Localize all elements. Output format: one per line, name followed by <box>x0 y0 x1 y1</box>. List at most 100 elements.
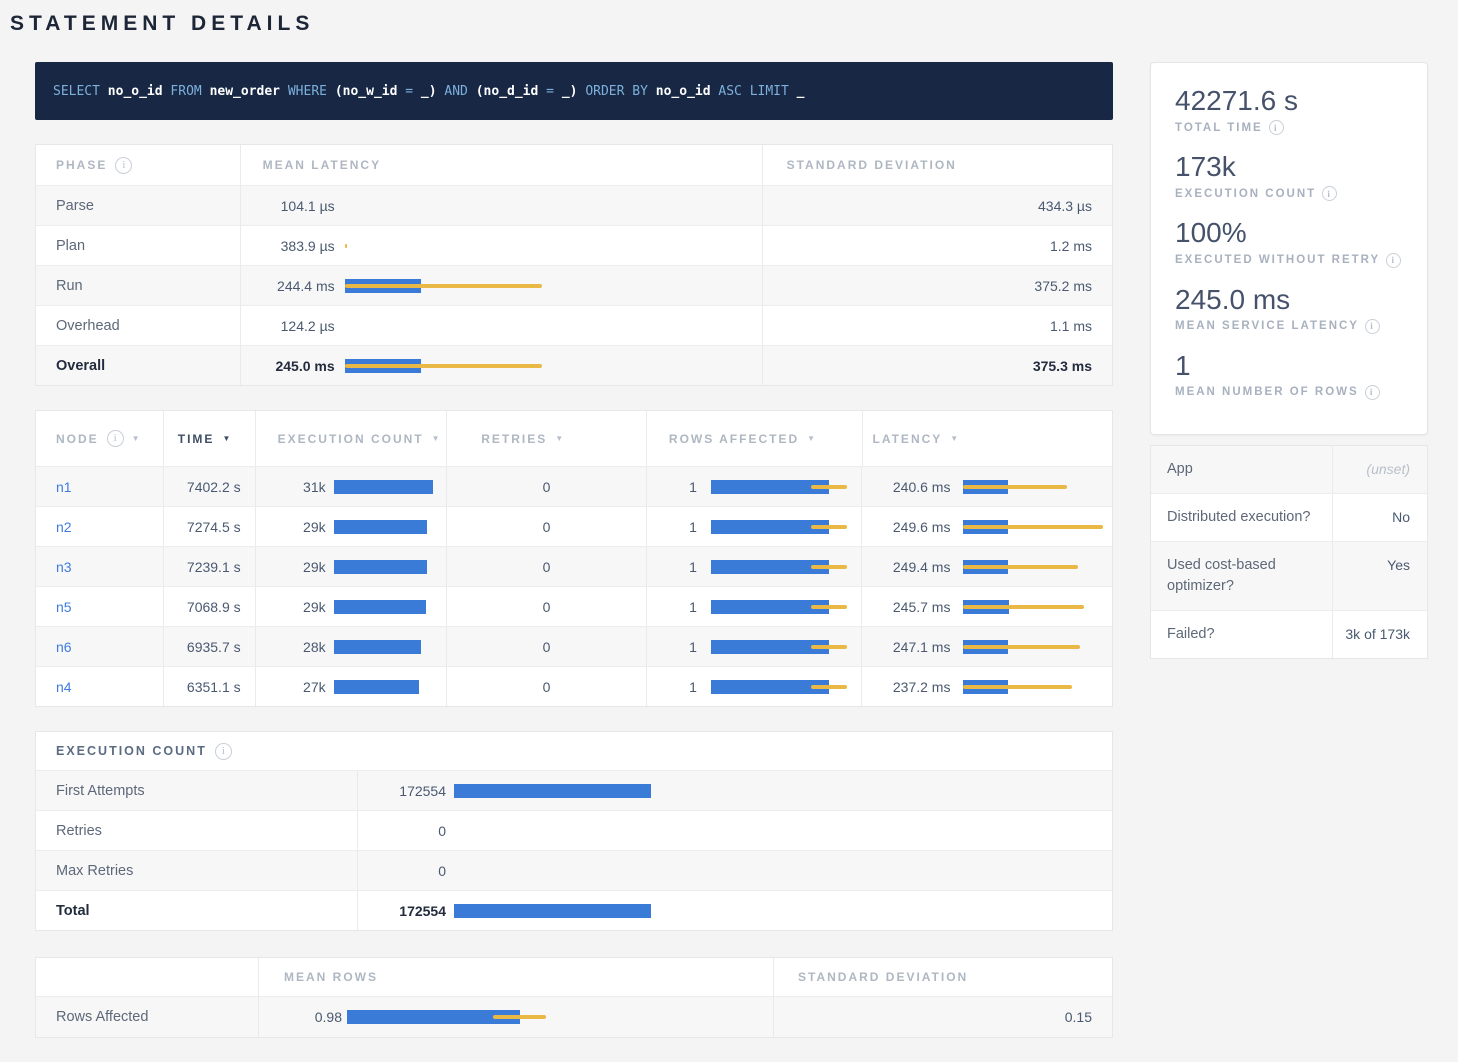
sql-keyword: LIMIT <box>750 84 789 99</box>
phase-name: Overhead <box>56 318 120 334</box>
rows-affected-column-header[interactable]: ROWS AFFECTED ▼ <box>647 411 863 466</box>
sql-token: _) <box>421 84 437 99</box>
bar-whisker <box>963 565 1078 569</box>
node-rows-affected-value: 1 <box>655 559 697 575</box>
info-icon[interactable]: i <box>1365 385 1380 400</box>
phase-row: Plan 383.9 µs 1.2 ms <box>36 225 1112 265</box>
rows-bar <box>347 1009 773 1025</box>
stat-label: EXECUTED WITHOUT RETRYi <box>1175 253 1403 268</box>
exec-row-label: Max Retries <box>56 863 133 879</box>
node-time-value: 7402.2 s <box>187 479 241 495</box>
bar-whisker <box>811 565 847 569</box>
node-retries-value: 0 <box>543 479 551 495</box>
node-time-value: 7274.5 s <box>187 519 241 535</box>
app-detail-value: No <box>1333 494 1426 541</box>
info-icon[interactable]: i <box>1365 319 1380 334</box>
count-bar <box>454 903 1112 919</box>
info-icon[interactable]: i <box>215 743 232 760</box>
stat-label: TOTAL TIMEi <box>1175 120 1403 135</box>
main-column: SELECT no_o_id FROM new_order WHERE (no_… <box>35 62 1113 1038</box>
exec-row: First Attempts 172554 <box>36 770 1112 810</box>
bar-fill <box>334 640 421 654</box>
mean-latency-value: 383.9 µs <box>263 238 335 254</box>
bar-whisker <box>811 605 847 609</box>
sql-statement: SELECT no_o_id FROM new_order WHERE (no_… <box>53 84 805 99</box>
node-link[interactable]: n3 <box>56 559 72 575</box>
rows-bar <box>711 519 862 535</box>
bar-whisker <box>811 645 847 649</box>
sql-statement-box: SELECT no_o_id FROM new_order WHERE (no_… <box>35 62 1113 120</box>
mean-latency-value: 104.1 µs <box>263 198 335 214</box>
latency-header-label: LATENCY <box>873 432 943 446</box>
stat-label: MEAN NUMBER OF ROWSi <box>1175 385 1403 400</box>
sql-keyword: BY <box>632 84 648 99</box>
std-dev-header-label: STANDARD DEVIATION <box>798 970 968 984</box>
info-icon[interactable]: i <box>1269 120 1284 135</box>
info-icon[interactable]: i <box>1386 253 1401 268</box>
node-retries-value: 0 <box>543 599 551 615</box>
rows-bar <box>711 599 862 615</box>
std-dev-header-cell: STANDARD DEVIATION <box>774 958 1112 996</box>
sort-arrow-icon: ▼ <box>555 434 563 443</box>
node-link[interactable]: n2 <box>56 519 72 535</box>
stat-value: 245.0 ms <box>1175 284 1403 316</box>
latency-bar <box>345 198 762 214</box>
sql-token: = <box>405 84 413 99</box>
bar-fill <box>334 680 419 694</box>
phase-name: Overall <box>56 358 105 374</box>
stat-value: 1 <box>1175 350 1403 382</box>
latency-column-header[interactable]: LATENCY ▼ <box>863 411 1112 466</box>
app-detail-row: Failed? 3k of 173k <box>1151 610 1427 658</box>
sql-keyword: AND <box>444 84 467 99</box>
exec-row-value: 172554 <box>358 903 446 919</box>
bar-fill <box>454 784 651 798</box>
node-row: n37239.1 s29k01249.4 ms <box>36 546 1112 586</box>
node-link[interactable]: n4 <box>56 679 72 695</box>
count-bar <box>454 783 1112 799</box>
node-latency-value: 247.1 ms <box>872 639 950 655</box>
rows-bar <box>711 559 862 575</box>
node-link[interactable]: n5 <box>56 599 72 615</box>
count-bar <box>334 679 447 695</box>
phase-name: Parse <box>56 198 94 214</box>
sql-token: _ <box>797 84 805 99</box>
execution-count-header-label: EXECUTION COUNT <box>278 432 424 446</box>
sql-token: (no_d_id <box>476 84 539 99</box>
stat-label: MEAN SERVICE LATENCYi <box>1175 319 1403 334</box>
info-icon[interactable]: i <box>107 430 124 447</box>
stat-label: EXECUTION COUNTi <box>1175 186 1403 201</box>
node-link[interactable]: n1 <box>56 479 72 495</box>
sort-arrow-icon: ▼ <box>132 434 140 443</box>
rows-affected-table-header: MEAN ROWS STANDARD DEVIATION <box>36 958 1112 996</box>
exec-row: Retries 0 <box>36 810 1112 850</box>
phase-name: Run <box>56 278 83 294</box>
node-link[interactable]: n6 <box>56 639 72 655</box>
execution-count-title-cell: EXECUTION COUNT i <box>36 732 358 770</box>
info-icon[interactable]: i <box>1322 186 1337 201</box>
mean-rows-header-label: MEAN ROWS <box>284 970 378 984</box>
info-icon[interactable]: i <box>115 157 132 174</box>
std-dev-header-cell: STANDARD DEVIATION <box>763 145 1112 185</box>
exec-row-value: 172554 <box>358 783 446 799</box>
node-retries-value: 0 <box>543 519 551 535</box>
std-dev-value: 375.3 ms <box>1033 358 1092 374</box>
stat-value: 100% <box>1175 217 1403 249</box>
sort-arrow-icon: ▼ <box>950 434 958 443</box>
exec-row-label: Total <box>56 903 90 919</box>
count-bar <box>334 599 447 615</box>
node-column-header[interactable]: NODE i ▼ <box>36 411 164 466</box>
time-column-header[interactable]: TIME ▼ <box>164 411 256 466</box>
summary-stat: 100% EXECUTED WITHOUT RETRYi <box>1175 217 1403 267</box>
node-header-label: NODE <box>56 432 99 446</box>
stat-value: 42271.6 s <box>1175 85 1403 117</box>
empty-header-cell <box>36 958 259 996</box>
node-rows-affected-value: 1 <box>655 519 697 535</box>
node-latency-value: 249.4 ms <box>872 559 950 575</box>
rows-affected-row: Rows Affected 0.98 0.15 <box>36 996 1112 1037</box>
node-row: n57068.9 s29k01245.7 ms <box>36 586 1112 626</box>
retries-column-header[interactable]: RETRIES ▼ <box>447 411 647 466</box>
rows-affected-label: Rows Affected <box>56 1009 148 1025</box>
bar-whisker <box>493 1015 546 1019</box>
execution-count-column-header[interactable]: EXECUTION COUNT ▼ <box>256 411 448 466</box>
execution-count-table-header: EXECUTION COUNT i <box>36 732 1112 770</box>
